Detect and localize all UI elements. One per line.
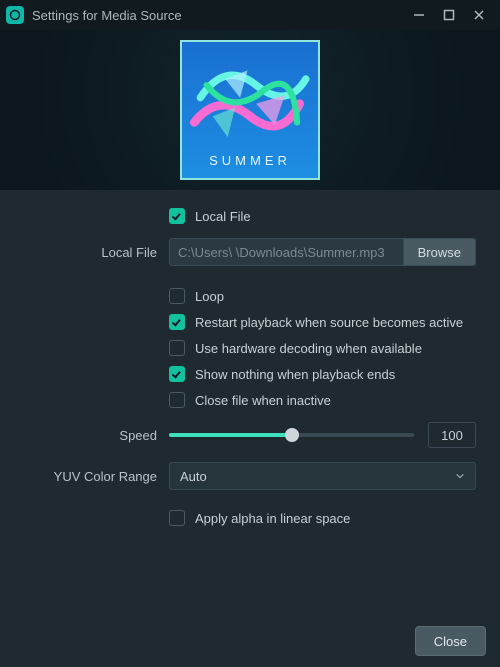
chevron-down-icon (455, 471, 465, 481)
settings-form: Local File Local File C:\Users\ \Downloa… (0, 190, 500, 550)
apply-alpha-checkbox[interactable] (169, 510, 185, 526)
maximize-button[interactable] (434, 0, 464, 30)
close-inactive-checkbox[interactable] (169, 392, 185, 408)
yuv-range-label: YUV Color Range (24, 469, 169, 484)
window-title: Settings for Media Source (32, 8, 182, 23)
cover-title: SUMMER (182, 153, 318, 168)
yuv-range-select[interactable]: Auto (169, 462, 476, 490)
local-file-checkbox[interactable] (169, 208, 185, 224)
speed-value-input[interactable]: 100 (428, 422, 476, 448)
maximize-icon (443, 9, 455, 21)
speed-slider-fill (169, 433, 292, 437)
app-icon (6, 6, 24, 24)
restart-playback-label: Restart playback when source becomes act… (195, 315, 463, 330)
show-nothing-label: Show nothing when playback ends (195, 367, 395, 382)
minimize-icon (413, 9, 425, 21)
local-file-checkbox-label: Local File (195, 209, 251, 224)
album-cover: SUMMER (180, 40, 320, 180)
close-inactive-label: Close file when inactive (195, 393, 331, 408)
speed-slider-thumb[interactable] (285, 428, 299, 442)
minimize-button[interactable] (404, 0, 434, 30)
local-file-path-input[interactable]: C:\Users\ \Downloads\Summer.mp3 (169, 238, 404, 266)
show-nothing-checkbox[interactable] (169, 366, 185, 382)
yuv-range-value: Auto (180, 469, 207, 484)
close-icon (473, 9, 485, 21)
hw-decode-checkbox[interactable] (169, 340, 185, 356)
close-window-button[interactable] (464, 0, 494, 30)
local-file-field-label: Local File (24, 245, 169, 260)
dialog-footer: Close (0, 615, 500, 667)
speed-label: Speed (24, 428, 169, 443)
close-button[interactable]: Close (415, 626, 486, 656)
hw-decode-label: Use hardware decoding when available (195, 341, 422, 356)
preview-area: SUMMER (0, 30, 500, 190)
restart-playback-checkbox[interactable] (169, 314, 185, 330)
loop-label: Loop (195, 289, 224, 304)
speed-slider[interactable] (169, 433, 414, 437)
apply-alpha-label: Apply alpha in linear space (195, 511, 350, 526)
titlebar: Settings for Media Source (0, 0, 500, 30)
browse-button[interactable]: Browse (404, 238, 476, 266)
loop-checkbox[interactable] (169, 288, 185, 304)
